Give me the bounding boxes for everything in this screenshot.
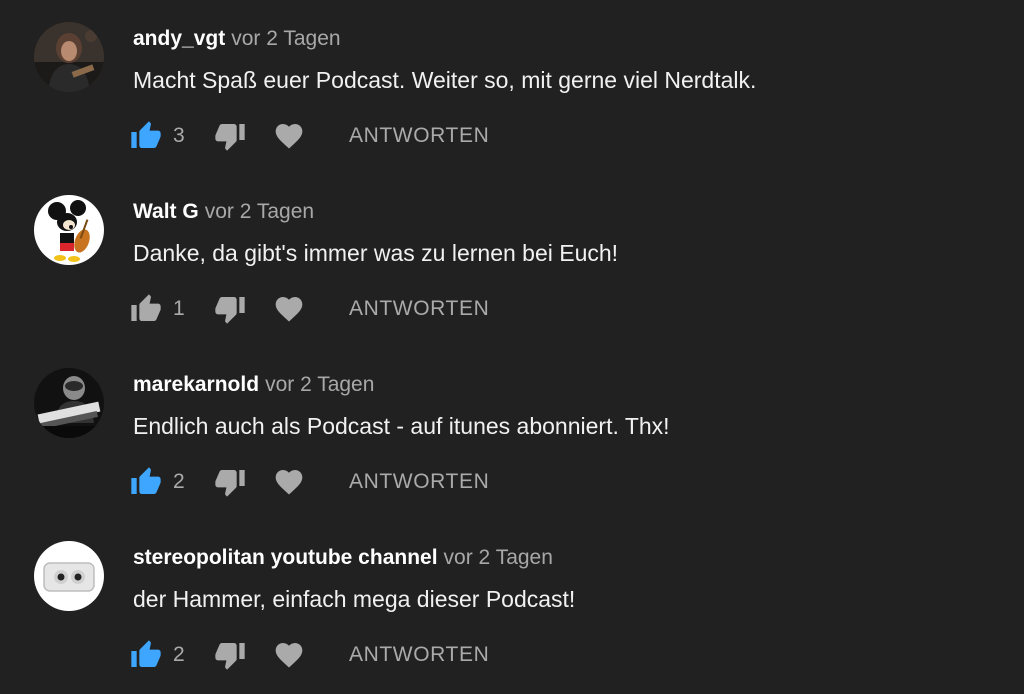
- thumbs-down-icon: [215, 297, 245, 324]
- comment-item: stereopolitan youtube channel vor 2 Tagen…: [0, 519, 1024, 691]
- reply-button[interactable]: ANTWORTEN: [349, 639, 489, 671]
- comment-header: stereopolitan youtube channel vor 2 Tagen: [133, 544, 553, 572]
- heart-icon: [275, 643, 303, 668]
- heart-icon: [275, 297, 303, 322]
- person-with-synthesizer-avatar: [34, 368, 104, 438]
- person-with-guitar-avatar: [34, 22, 104, 92]
- thumbs-up-icon: [131, 640, 161, 667]
- reply-button[interactable]: ANTWORTEN: [349, 120, 489, 152]
- comment-actions: 3 ANTWORTEN: [130, 120, 630, 152]
- author-name[interactable]: stereopolitan youtube channel: [133, 546, 438, 569]
- heart-icon: [275, 470, 303, 495]
- reply-button[interactable]: ANTWORTEN: [349, 293, 489, 325]
- dislike-button[interactable]: [214, 293, 246, 325]
- comment-time[interactable]: vor 2 Tagen: [231, 27, 340, 50]
- heart-icon: [275, 124, 303, 149]
- heart-button[interactable]: [273, 639, 305, 671]
- author-name[interactable]: Walt G: [133, 200, 199, 223]
- reply-button[interactable]: ANTWORTEN: [349, 466, 489, 498]
- heart-button[interactable]: [273, 293, 305, 325]
- cartoon-mouse-avatar: [34, 195, 104, 265]
- comment-text: Macht Spaß euer Podcast. Weiter so, mit …: [133, 67, 757, 93]
- heart-button[interactable]: [273, 120, 305, 152]
- comment-header: andy_vgt vor 2 Tagen: [133, 25, 341, 53]
- like-button[interactable]: [130, 120, 162, 152]
- comment-item: marekarnold vor 2 Tagen Endlich auch als …: [0, 346, 1024, 518]
- comment-item: Walt G vor 2 Tagen Danke, da gibt's immer…: [0, 173, 1024, 345]
- heart-button[interactable]: [273, 466, 305, 498]
- like-button[interactable]: [130, 466, 162, 498]
- thumbs-up-icon: [131, 294, 161, 321]
- thumbs-up-icon: [131, 467, 161, 494]
- comment-text: Endlich auch als Podcast - auf itunes ab…: [133, 413, 670, 439]
- like-button[interactable]: [130, 639, 162, 671]
- like-count: 1: [173, 297, 185, 320]
- comment-text: der Hammer, einfach mega dieser Podcast!: [133, 586, 576, 612]
- thumbs-down-icon: [215, 124, 245, 151]
- dislike-button[interactable]: [214, 639, 246, 671]
- comment-header: Walt G vor 2 Tagen: [133, 198, 314, 226]
- comment-actions: 1 ANTWORTEN: [130, 293, 630, 325]
- like-count: 2: [173, 643, 185, 666]
- like-count: 3: [173, 124, 185, 147]
- comment-actions: 2 ANTWORTEN: [130, 466, 630, 498]
- like-count: 2: [173, 470, 185, 493]
- speaker-logo-avatar: [34, 541, 104, 611]
- comment-time[interactable]: vor 2 Tagen: [265, 373, 374, 396]
- dislike-button[interactable]: [214, 120, 246, 152]
- author-name[interactable]: andy_vgt: [133, 27, 225, 50]
- thumbs-down-icon: [215, 470, 245, 497]
- comment-header: marekarnold vor 2 Tagen: [133, 371, 374, 399]
- comment-item: andy_vgt vor 2 Tagen Macht Spaß euer Podc…: [0, 0, 1024, 172]
- like-button[interactable]: [130, 293, 162, 325]
- comment-text: Danke, da gibt's immer was zu lernen bei…: [133, 240, 619, 266]
- comment-time[interactable]: vor 2 Tagen: [205, 200, 314, 223]
- avatar[interactable]: [34, 195, 104, 265]
- thumbs-up-icon: [131, 121, 161, 148]
- comments-list: andy_vgt vor 2 Tagen Macht Spaß euer Podc…: [0, 0, 1024, 694]
- avatar[interactable]: [34, 22, 104, 92]
- avatar[interactable]: [34, 541, 104, 611]
- avatar[interactable]: [34, 368, 104, 438]
- thumbs-down-icon: [215, 643, 245, 670]
- author-name[interactable]: marekarnold: [133, 373, 259, 396]
- comment-actions: 2 ANTWORTEN: [130, 639, 630, 671]
- dislike-button[interactable]: [214, 466, 246, 498]
- comment-time[interactable]: vor 2 Tagen: [444, 546, 553, 569]
